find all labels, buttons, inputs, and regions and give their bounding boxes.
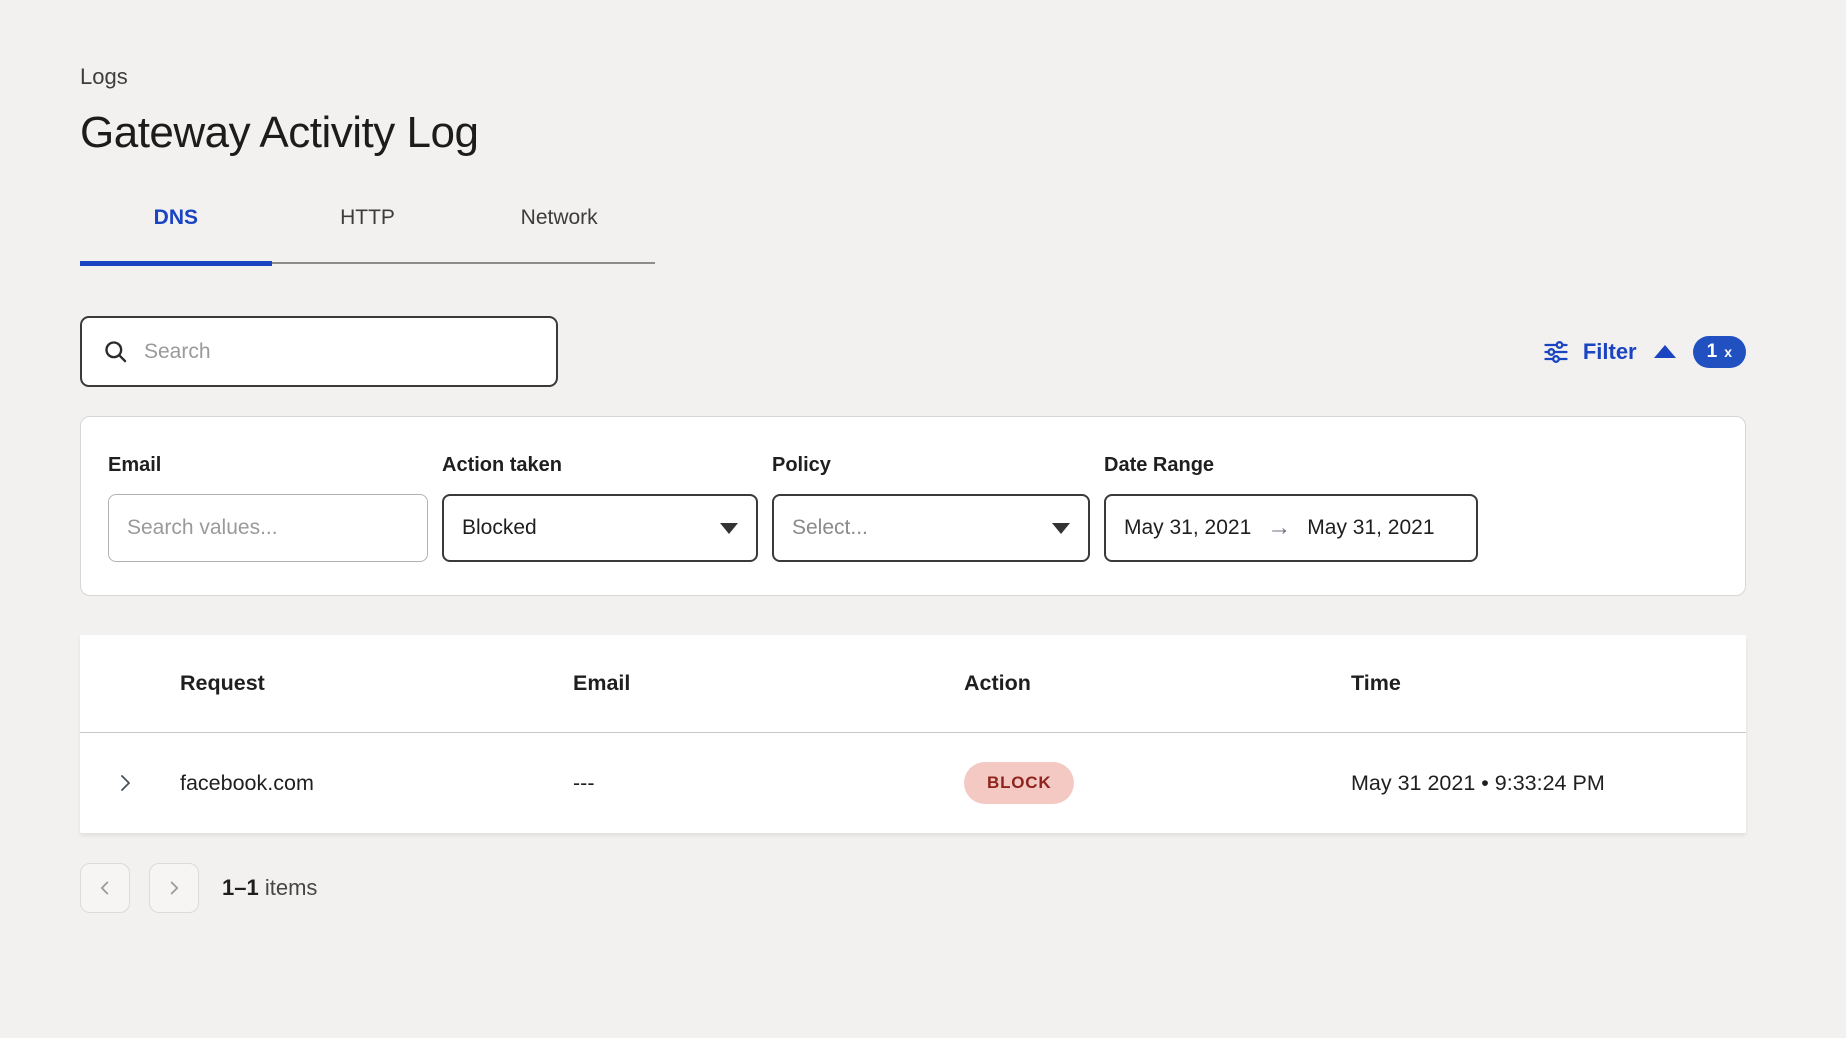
previous-page-button[interactable] (80, 863, 130, 913)
table-header-row: Request Email Action Time (80, 635, 1746, 732)
row-expander-button[interactable] (80, 771, 180, 795)
cell-email: --- (573, 771, 964, 796)
filter-controls: Filter 1 x (1542, 336, 1746, 368)
email-filter-label: Email (108, 454, 428, 477)
search-box (80, 316, 558, 387)
action-taken-filter-label: Action taken (442, 454, 758, 477)
column-header-email: Email (573, 671, 964, 696)
next-page-button[interactable] (149, 863, 199, 913)
table-row: facebook.com --- BLOCK May 31 2021 • 9:3… (80, 733, 1746, 833)
email-filter-input[interactable] (127, 516, 409, 540)
date-range-start: May 31, 2021 (1124, 516, 1251, 540)
filter-field-date-range: Date Range May 31, 2021 → May 31, 2021 (1104, 454, 1478, 595)
date-range-filter-label: Date Range (1104, 454, 1478, 477)
breadcrumb: Logs (80, 64, 1746, 90)
filter-count: 1 (1707, 341, 1718, 363)
cell-request: facebook.com (180, 771, 573, 796)
policy-select-placeholder: Select... (792, 516, 868, 540)
email-filter-box (108, 494, 428, 562)
tab-http[interactable]: HTTP (272, 206, 464, 262)
date-range-picker[interactable]: May 31, 2021 → May 31, 2021 (1104, 494, 1478, 562)
column-header-request: Request (180, 671, 573, 696)
clear-filters-x[interactable]: x (1724, 344, 1732, 360)
chevron-right-icon (163, 877, 185, 899)
chevron-right-icon (113, 771, 137, 795)
filter-toggle-button[interactable]: Filter (1583, 339, 1637, 365)
triangle-up-icon[interactable] (1654, 345, 1676, 358)
page-title: Gateway Activity Log (80, 108, 1746, 158)
active-filter-count-badge[interactable]: 1 x (1693, 336, 1746, 368)
cell-time: May 31 2021 • 9:33:24 PM (1351, 771, 1746, 796)
block-action-badge: BLOCK (964, 762, 1074, 804)
date-range-end: May 31, 2021 (1307, 516, 1434, 540)
cell-action: BLOCK (964, 762, 1351, 804)
tab-network[interactable]: Network (463, 206, 655, 262)
items-count: 1–1 items (222, 875, 317, 901)
policy-select[interactable]: Select... (772, 494, 1090, 562)
tab-dns[interactable]: DNS (80, 206, 272, 262)
filter-field-action-taken: Action taken Blocked (442, 454, 758, 595)
policy-filter-label: Policy (772, 454, 1090, 477)
activity-log-table: Request Email Action Time facebook.com -… (80, 635, 1746, 833)
items-range: 1–1 (222, 875, 259, 900)
column-header-action: Action (964, 671, 1351, 696)
filter-field-policy: Policy Select... (772, 454, 1090, 595)
column-header-time: Time (1351, 671, 1746, 696)
items-label: items (259, 875, 318, 900)
action-taken-select[interactable]: Blocked (442, 494, 758, 562)
sliders-icon (1542, 338, 1570, 366)
filter-field-email: Email (108, 454, 428, 595)
arrow-right-icon: → (1267, 516, 1291, 540)
triangle-down-icon (1052, 523, 1070, 534)
page-content: Logs Gateway Activity Log DNS HTTP Netwo… (0, 0, 1846, 913)
log-type-tabs: DNS HTTP Network (80, 206, 655, 264)
pagination: 1–1 items (80, 863, 1746, 913)
search-icon (102, 338, 129, 365)
search-input[interactable] (144, 340, 536, 364)
search-filter-row: Filter 1 x (80, 316, 1746, 387)
triangle-down-icon (720, 523, 738, 534)
chevron-left-icon (94, 877, 116, 899)
action-taken-selected-value: Blocked (462, 516, 537, 540)
filter-panel: Email Action taken Blocked Policy Select… (80, 416, 1746, 596)
